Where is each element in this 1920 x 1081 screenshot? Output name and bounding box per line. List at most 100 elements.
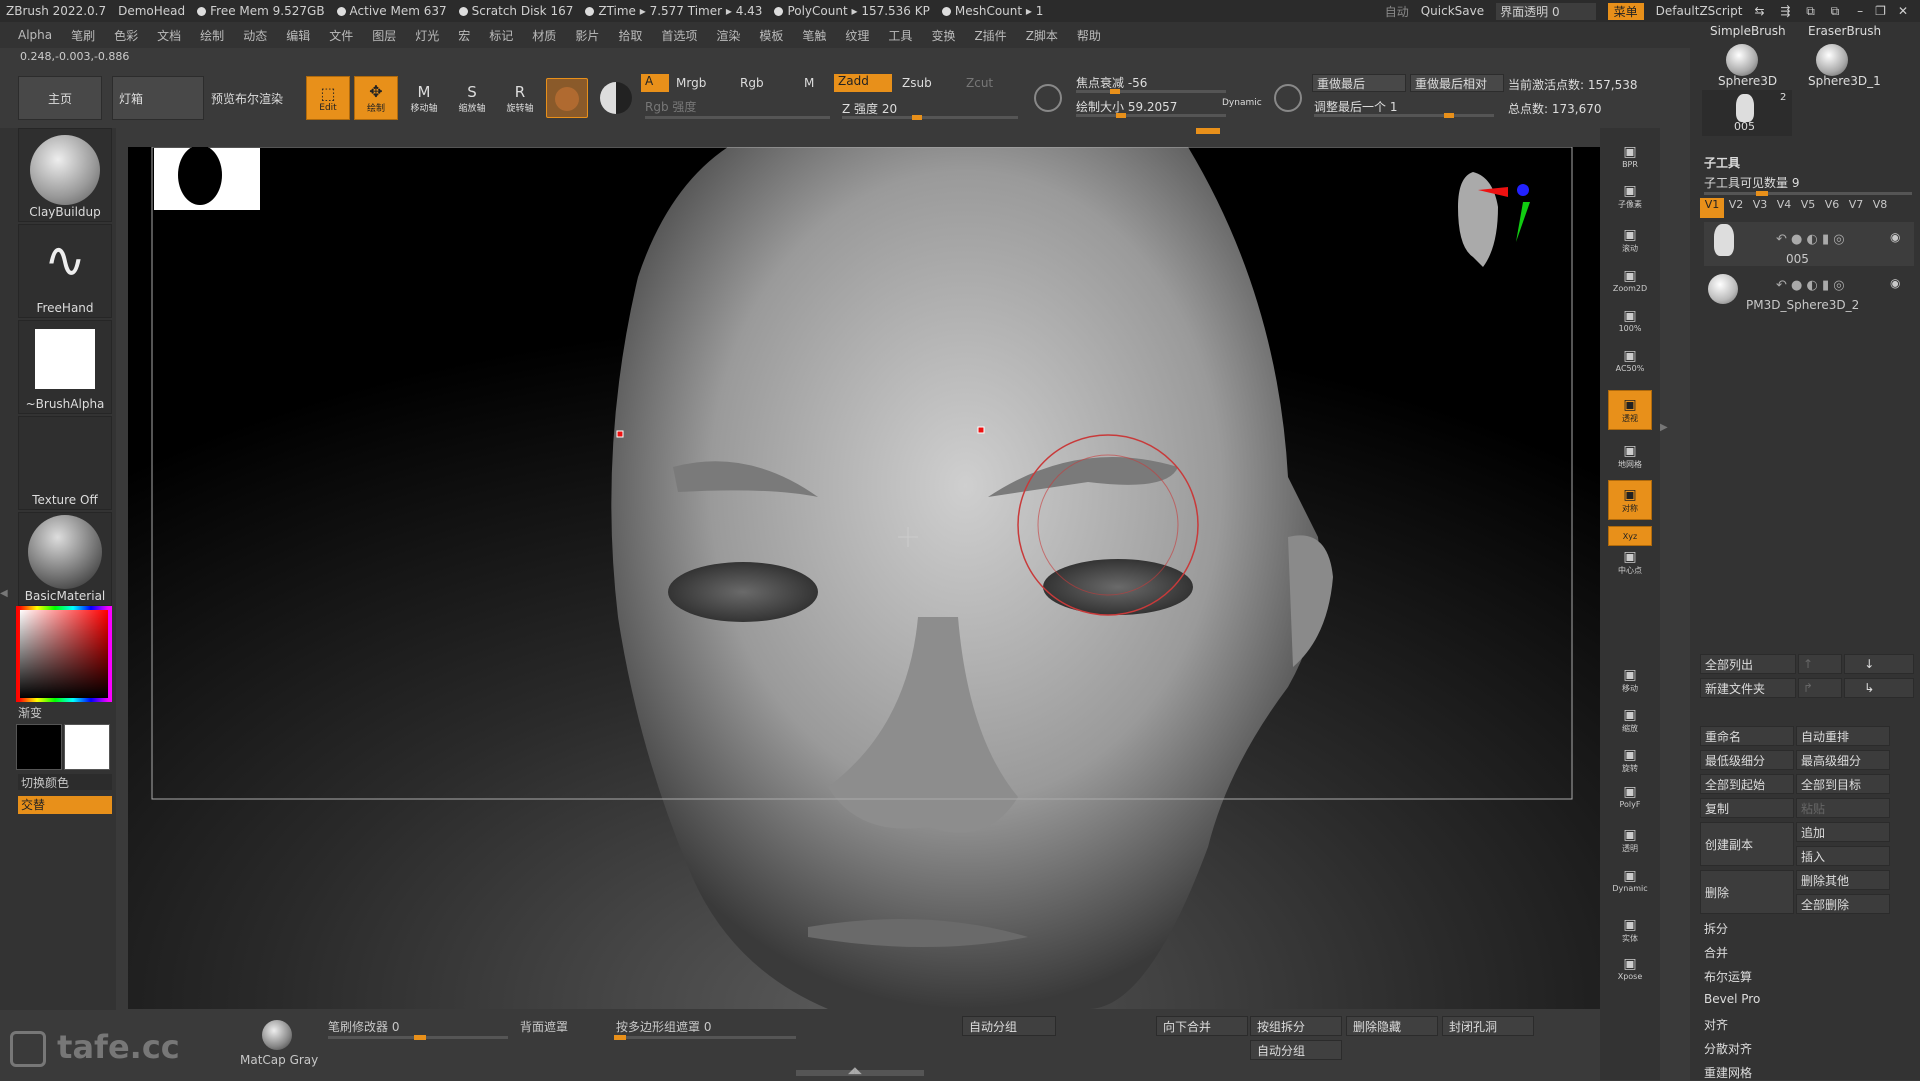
sphere3d-icon[interactable]: [1726, 44, 1758, 76]
version-tab[interactable]: V5: [1796, 198, 1820, 218]
color-picker[interactable]: [16, 606, 112, 702]
menu-item[interactable]: 帮助: [1077, 27, 1101, 44]
rotate-button[interactable]: R 旋转轴: [500, 76, 540, 120]
z-intensity-slider[interactable]: Z 强度 20: [842, 100, 897, 117]
subtool-toggles[interactable]: ↶ ● ◐ ▮ ◎: [1776, 232, 1845, 247]
shelf-button[interactable]: ▣ 子像素: [1608, 176, 1652, 216]
boolean-section[interactable]: 布尔运算: [1704, 968, 1752, 985]
shelf-button[interactable]: ▣ 对称: [1608, 480, 1652, 520]
right-collapse-icon[interactable]: ▶: [1660, 422, 1670, 462]
bevel-pro-section[interactable]: Bevel Pro: [1704, 992, 1760, 1006]
remesh-section[interactable]: 重建网格: [1704, 1064, 1752, 1081]
adjust-last-handle[interactable]: [1444, 113, 1454, 118]
move-button[interactable]: M 移动轴: [404, 76, 444, 120]
shelf-button[interactable]: ▣ Zoom2D: [1608, 260, 1652, 300]
layout-icons[interactable]: ⇆ ⇶ ⧉ ⧉: [1754, 4, 1845, 19]
menu-item[interactable]: 编辑: [286, 27, 310, 44]
new-folder-button[interactable]: 新建文件夹: [1700, 678, 1796, 698]
distribute-section[interactable]: 分散对齐: [1704, 1040, 1752, 1057]
menu-item[interactable]: Z脚本: [1026, 27, 1058, 44]
close-holes-button[interactable]: 封闭孔洞: [1442, 1016, 1534, 1036]
tray-toggle-icon[interactable]: ◢◣: [848, 1066, 862, 1076]
replay-last-button[interactable]: 重做最后: [1312, 74, 1406, 92]
texture-selector[interactable]: Texture Off: [18, 416, 112, 510]
visible-count-track[interactable]: [1704, 192, 1912, 195]
adjust-last-slider[interactable]: 调整最后一个 1: [1314, 98, 1397, 115]
all-to-target-button[interactable]: 全部到目标: [1796, 774, 1890, 794]
subtool-toggles[interactable]: ↶ ● ◐ ▮ ◎: [1776, 278, 1845, 293]
visibility-eye-icon[interactable]: ◉: [1890, 230, 1900, 244]
menu-item[interactable]: 变换: [931, 27, 955, 44]
shelf-button[interactable]: ▣ 缩放: [1608, 700, 1652, 740]
backface-mask-toggle[interactable]: 背面遮罩: [520, 1018, 568, 1035]
zadd-toggle[interactable]: Zadd: [834, 74, 892, 92]
primary-color-swatch[interactable]: [16, 724, 62, 770]
list-all-button[interactable]: 全部列出: [1700, 654, 1796, 674]
rgb-intensity-slider[interactable]: Rgb 强度: [645, 98, 696, 115]
menu-button[interactable]: 菜单: [1607, 2, 1644, 20]
polygroup-mask-track[interactable]: [616, 1036, 796, 1039]
delete-hidden-button[interactable]: 删除隐藏: [1346, 1016, 1438, 1036]
z-intensity-track[interactable]: [842, 116, 1018, 119]
sphere3d-1-icon[interactable]: [1816, 44, 1848, 76]
lazy-mouse-icon[interactable]: [1034, 84, 1062, 112]
version-tab[interactable]: V6: [1820, 198, 1844, 218]
shelf-button[interactable]: ▣ 透视: [1608, 390, 1652, 430]
version-tab[interactable]: V2: [1724, 198, 1748, 218]
gradient-label[interactable]: 渐变: [18, 704, 42, 721]
menu-item[interactable]: 标记: [489, 27, 513, 44]
rename-button[interactable]: 重命名: [1700, 726, 1794, 746]
menu-item[interactable]: 宏: [458, 27, 470, 44]
visibility-eye-icon[interactable]: ◉: [1890, 276, 1900, 290]
folder-up-icon[interactable]: ↱: [1798, 678, 1842, 698]
draw-size-handle[interactable]: [1116, 113, 1126, 118]
lightbox-button[interactable]: 灯箱: [112, 76, 204, 120]
material-selector[interactable]: BasicMaterial: [18, 512, 112, 606]
polygroup-mask-handle[interactable]: [614, 1035, 626, 1040]
minimize-icon[interactable]: –: [1857, 4, 1863, 18]
delete-all-button[interactable]: 全部删除: [1796, 894, 1890, 914]
auto-group-button-2[interactable]: 自动分组: [1250, 1040, 1342, 1060]
subtool-title[interactable]: 子工具: [1704, 154, 1740, 171]
insert-button[interactable]: 插入: [1796, 846, 1890, 866]
focal-shift-handle[interactable]: [1110, 89, 1120, 94]
folder-down-icon[interactable]: ↳: [1844, 678, 1914, 698]
draw-button[interactable]: ✥ 绘制: [354, 76, 398, 120]
menu-item[interactable]: 文件: [329, 27, 353, 44]
shelf-button[interactable]: ▣ 移动: [1608, 660, 1652, 700]
simple-brush-label[interactable]: SimpleBrush: [1710, 24, 1786, 38]
script-button[interactable]: DefaultZScript: [1656, 4, 1743, 18]
align-section[interactable]: 对齐: [1704, 1016, 1728, 1033]
split-section[interactable]: 拆分: [1704, 920, 1728, 937]
merge-down-button[interactable]: 向下合并: [1156, 1016, 1248, 1036]
menu-item[interactable]: 模板: [759, 27, 783, 44]
menu-item[interactable]: 文档: [157, 27, 181, 44]
shelf-button[interactable]: ▣ 透明: [1608, 820, 1652, 860]
zsub-toggle[interactable]: Zsub: [902, 76, 932, 90]
visible-count-handle[interactable]: [1756, 191, 1768, 196]
create-copy-button[interactable]: 创建副本: [1700, 822, 1794, 866]
append-button[interactable]: 追加: [1796, 822, 1890, 842]
sculpt-canvas[interactable]: [128, 147, 1600, 1009]
brush-selector[interactable]: ClayBuildup: [18, 128, 112, 222]
shelf-button[interactable]: ▣ Xpose: [1608, 948, 1652, 988]
version-tab[interactable]: V1: [1700, 198, 1724, 218]
menu-item[interactable]: 工具: [888, 27, 912, 44]
alpha-selector[interactable]: ~BrushAlpha: [18, 320, 112, 414]
m-toggle[interactable]: M: [804, 76, 814, 90]
quicksave-button[interactable]: QuickSave: [1421, 4, 1484, 18]
version-tab[interactable]: V4: [1772, 198, 1796, 218]
menu-item[interactable]: 绘制: [200, 27, 224, 44]
paste-button[interactable]: 粘贴: [1796, 798, 1890, 818]
z-intensity-handle[interactable]: [912, 115, 922, 120]
shelf-button[interactable]: ▣ AC50%: [1608, 340, 1652, 380]
auto-group-button[interactable]: 自动分组: [962, 1016, 1056, 1036]
replay-last-rel-button[interactable]: 重做最后相对: [1410, 74, 1504, 92]
adjust-last-track[interactable]: [1314, 114, 1494, 117]
shelf-button[interactable]: ▣ 100%: [1608, 300, 1652, 340]
interface-transparency-slider[interactable]: 界面透明 0: [1496, 2, 1596, 20]
move-up-icon[interactable]: ↑: [1798, 654, 1842, 674]
restore-icon[interactable]: ❐: [1875, 4, 1886, 18]
shelf-button[interactable]: ▣ 滚动: [1608, 220, 1652, 260]
shelf-button[interactable]: ▣ 地网格: [1608, 436, 1652, 476]
